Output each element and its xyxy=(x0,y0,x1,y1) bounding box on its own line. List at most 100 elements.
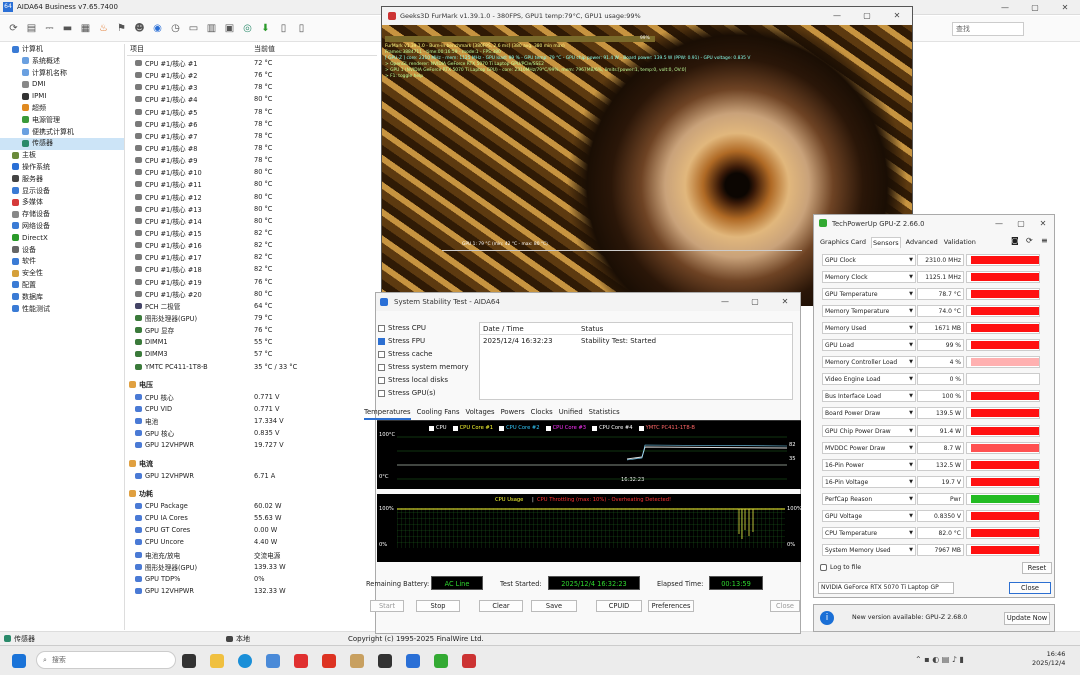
furmark-taskbar-icon[interactable] xyxy=(462,654,476,668)
sensor-name-dropdown[interactable]: PerfCap Reason ▼ xyxy=(822,492,916,505)
start-icon[interactable] xyxy=(12,654,26,668)
tree-item[interactable]: 系统概述 xyxy=(0,56,124,68)
tree-item[interactable]: 计算机名称 xyxy=(0,68,124,80)
sensor-icon[interactable]: ◎ xyxy=(240,21,255,36)
sst-close-bottom-button[interactable]: Close xyxy=(770,600,800,612)
stress-option[interactable]: Stress system memory xyxy=(378,363,469,371)
stress-option[interactable]: Stress GPU(s) xyxy=(378,389,436,397)
aida64-taskbar-icon[interactable] xyxy=(406,654,420,668)
edge-icon[interactable] xyxy=(238,654,252,668)
sensor-row[interactable]: CPU #1/核心 #17 82 °C xyxy=(127,251,377,263)
save-button[interactable]: Save xyxy=(531,600,577,612)
sensor-row[interactable]: 电池充/放电 交流电源 xyxy=(127,548,377,560)
clock[interactable]: 16:46 2025/12/4 xyxy=(1032,650,1065,668)
sensor-row[interactable]: CPU #1/核心 #1 72 °C xyxy=(127,57,377,69)
tree-item[interactable]: DirectX xyxy=(0,233,124,245)
sensor-row[interactable]: 电池 17.334 V xyxy=(127,415,377,427)
tree-item[interactable]: DMI xyxy=(0,79,124,91)
clear-button[interactable]: Clear xyxy=(479,600,523,612)
report-icon[interactable]: ▤ xyxy=(24,21,39,36)
sensor-row[interactable]: CPU #1/核心 #12 80 °C xyxy=(127,191,377,203)
sensor-row[interactable]: CPU #1/核心 #14 80 °C xyxy=(127,215,377,227)
graph-tab[interactable]: Temperatures xyxy=(364,408,411,420)
sensor-row[interactable]: GPU 显存 76 °C xyxy=(127,324,377,336)
gpuz-tab[interactable]: Graphics Card xyxy=(819,237,867,248)
clipboard-icon[interactable]: ▯ xyxy=(294,21,309,36)
search-input[interactable]: 查找 xyxy=(952,22,1024,36)
sensor-row[interactable]: CPU #1/核心 #15 82 °C xyxy=(127,227,377,239)
sensor-row[interactable]: CPU #1/核心 #2 76 °C xyxy=(127,69,377,81)
sensor-row[interactable]: CPU #1/核心 #11 80 °C xyxy=(127,178,377,190)
sensor-name-dropdown[interactable]: GPU Clock ▼ xyxy=(822,253,916,266)
status-column-header[interactable]: Status xyxy=(578,323,603,334)
tree-item[interactable]: 网络设备 xyxy=(0,221,124,233)
column-value-header[interactable]: 当前值 xyxy=(251,44,275,55)
sensor-name-dropdown[interactable]: MVDDC Power Draw ▼ xyxy=(822,441,916,454)
cable-icon[interactable]: ⎓ xyxy=(42,21,57,36)
furmark-close-button[interactable]: ✕ xyxy=(882,7,912,25)
sensor-row[interactable]: CPU #1/核心 #9 78 °C xyxy=(127,154,377,166)
cpuid-button[interactable]: CPUID xyxy=(596,600,642,612)
sensor-row[interactable]: CPU #1/核心 #8 78 °C xyxy=(127,142,377,154)
sensor-row[interactable]: CPU #1/核心 #7 78 °C xyxy=(127,130,377,142)
sensor-name-dropdown[interactable]: GPU Voltage ▼ xyxy=(822,510,916,522)
tree-item[interactable]: 配置 xyxy=(0,280,124,292)
sensor-row[interactable]: CPU #1/核心 #19 76 °C xyxy=(127,276,377,288)
stop-button[interactable]: Stop xyxy=(416,600,460,612)
sensor-name-dropdown[interactable]: System Memory Used ▼ xyxy=(822,544,916,557)
memory-icon[interactable]: ▬ xyxy=(60,21,75,36)
sensor-row[interactable]: CPU VID 0.771 V xyxy=(127,403,377,415)
app-red-icon[interactable] xyxy=(322,654,336,668)
tree-item[interactable]: 数据库 xyxy=(0,292,124,304)
store-icon[interactable] xyxy=(266,654,280,668)
file-explorer-icon[interactable] xyxy=(210,654,224,668)
stress-option[interactable]: Stress CPU xyxy=(378,324,426,332)
tree-item[interactable]: 多媒体 xyxy=(0,197,124,209)
sensor-row[interactable]: 图形处理器(GPU) 139.33 W xyxy=(127,561,377,573)
tree-item[interactable]: 主板 xyxy=(0,150,124,162)
sensor-name-dropdown[interactable]: Board Power Draw ▼ xyxy=(822,407,916,420)
refresh-icon[interactable]: ⟳ xyxy=(6,21,21,36)
sensor-row[interactable]: DIMM1 55 °C xyxy=(127,336,377,348)
document-icon[interactable]: ▯ xyxy=(276,21,291,36)
gpuz-close-bottom-button[interactable]: Close xyxy=(1009,582,1051,594)
sensor-row[interactable]: CPU #1/核心 #13 80 °C xyxy=(127,203,377,215)
sst-maximize-button[interactable]: ▢ xyxy=(740,293,770,311)
network-icon[interactable]: ⚑ xyxy=(114,21,129,36)
sensor-name-dropdown[interactable]: GPU Load ▼ xyxy=(822,339,916,351)
tree-item[interactable]: 性能测试 xyxy=(0,304,124,316)
sensor-row[interactable]: CPU #1/核心 #20 80 °C xyxy=(127,288,377,300)
graph-tab[interactable]: Statistics xyxy=(589,408,620,420)
tree-item[interactable]: 显示设备 xyxy=(0,186,124,198)
stress-checkbox[interactable] xyxy=(378,324,385,332)
camera-icon[interactable]: ◙ xyxy=(1011,236,1019,245)
stress-checkbox[interactable] xyxy=(378,337,385,345)
tree-item[interactable]: 计算机 xyxy=(0,44,124,56)
gpu-select[interactable]: NVIDIA GeForce RTX 5070 Ti Laptop GP xyxy=(818,582,954,594)
gpuz-close-button[interactable]: ✕ xyxy=(1032,215,1054,232)
stress-option[interactable]: Stress cache xyxy=(378,350,432,358)
sst-minimize-button[interactable]: — xyxy=(710,293,740,311)
refresh-icon[interactable]: ⟳ xyxy=(1026,236,1033,245)
clock-icon[interactable]: ◷ xyxy=(168,21,183,36)
board-icon[interactable]: ▦ xyxy=(78,21,93,36)
column-item-header[interactable]: 项目 xyxy=(127,44,251,55)
stress-option[interactable]: Stress local disks xyxy=(378,376,448,384)
sensor-row[interactable]: GPU 12VHPWR 19.727 V xyxy=(127,439,377,451)
flame-icon[interactable]: ♨ xyxy=(96,21,111,36)
close-button[interactable]: ✕ xyxy=(1050,0,1080,15)
sensor-row[interactable]: PCH 二极管 64 °C xyxy=(127,300,377,312)
date-column-header[interactable]: Date / Time xyxy=(480,323,578,334)
graph-tab[interactable]: Powers xyxy=(501,408,525,420)
graph-tab[interactable]: Voltages xyxy=(466,408,495,420)
sensor-row[interactable]: YMTC PC411-1T8-B 35 °C / 33 °C xyxy=(127,361,377,373)
tree-item[interactable]: 超频 xyxy=(0,103,124,115)
sensor-name-dropdown[interactable]: Memory Temperature ▼ xyxy=(822,304,916,317)
sensor-row[interactable]: 图形处理器(GPU) 79 °C xyxy=(127,312,377,324)
sensor-name-dropdown[interactable]: GPU Temperature ▼ xyxy=(822,287,916,300)
sensor-row[interactable]: CPU #1/核心 #4 80 °C xyxy=(127,93,377,105)
gpu-icon[interactable]: ▣ xyxy=(222,21,237,36)
tree-item[interactable]: 存储设备 xyxy=(0,209,124,221)
sensor-row[interactable]: GPU 12VHPWR 6.71 A xyxy=(127,470,377,482)
gpuz-maximize-button[interactable]: ▢ xyxy=(1010,215,1032,232)
